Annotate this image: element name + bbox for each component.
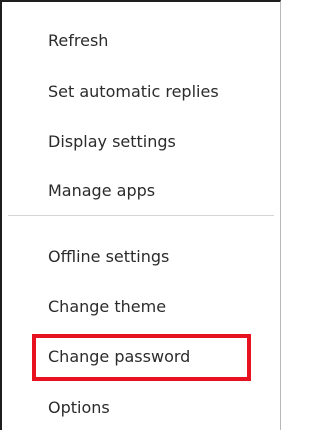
menu-item-options[interactable]: Options [48,398,110,418]
menu-divider [8,215,274,216]
menu-item-change-password[interactable]: Change password [48,347,190,367]
menu-item-refresh[interactable]: Refresh [48,31,108,51]
menu-item-offline-settings[interactable]: Offline settings [48,247,169,267]
menu-item-display-settings[interactable]: Display settings [48,132,176,152]
menu-item-manage-apps[interactable]: Manage apps [48,181,155,201]
menu-item-change-theme[interactable]: Change theme [48,297,166,317]
settings-menu: Refresh Set automatic replies Display se… [0,0,281,430]
menu-item-set-automatic-replies[interactable]: Set automatic replies [48,82,219,102]
